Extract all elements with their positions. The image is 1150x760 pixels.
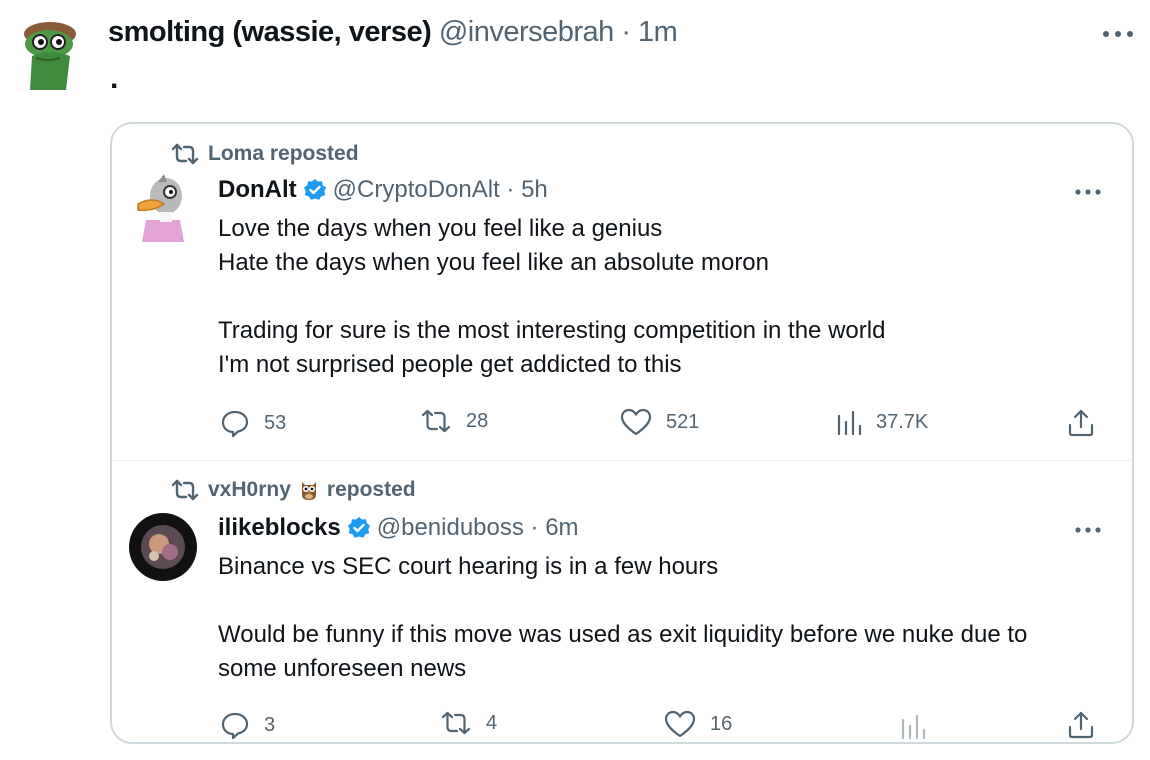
reply-button[interactable]: 53	[220, 408, 286, 438]
repost-icon	[440, 710, 472, 736]
owl-emoji-icon	[299, 479, 319, 501]
handle-time[interactable]: @CryptoDonAlt · 5h	[333, 176, 548, 204]
repost-count: 28	[466, 409, 489, 432]
repost-context-1: Loma reposted	[170, 142, 359, 166]
reply-count: 53	[264, 411, 287, 434]
repost-context-2: vxH0rny reposted	[170, 478, 416, 502]
tweet-line: Trading for sure is the most interesting…	[218, 317, 886, 344]
tweet-line: Hate the days when you feel like an abso…	[218, 249, 770, 276]
display-name[interactable]: ilikeblocks	[218, 514, 341, 542]
views-button[interactable]: 37.7K	[836, 408, 928, 436]
repost-button[interactable]: 28	[420, 408, 488, 434]
like-button[interactable]: 521	[620, 408, 699, 436]
tweet-header-2: ilikeblocks @beniduboss · 6m	[218, 514, 579, 542]
tweet-line: I'm not surprised people get addicted to…	[218, 351, 682, 378]
tweet-divider	[112, 460, 1132, 461]
share-button[interactable]	[1066, 408, 1096, 443]
tweet-line: Binance vs SEC court hearing is in a few…	[218, 553, 719, 580]
repost-count: 4	[486, 711, 498, 734]
like-icon	[620, 408, 652, 436]
views-icon	[836, 408, 862, 436]
views-button[interactable]	[900, 712, 926, 742]
handle-time[interactable]: @beniduboss · 6m	[377, 514, 579, 542]
repost-label: reposted	[326, 478, 416, 501]
avatar-ilikeblocks[interactable]	[128, 512, 198, 582]
tweet-header-1: DonAlt @CryptoDonAlt · 5h	[218, 176, 548, 204]
verified-badge-icon	[347, 516, 371, 540]
repost-icon	[420, 408, 452, 434]
repost-user[interactable]: vxH0rny	[208, 478, 291, 502]
like-count: 521	[666, 410, 700, 433]
like-count: 16	[710, 712, 733, 735]
outer-tweet-text: .	[110, 62, 119, 95]
verified-badge-icon	[303, 178, 327, 202]
avatar-donalt[interactable]	[134, 170, 192, 244]
more-icon[interactable]	[1072, 182, 1104, 202]
views-icon	[900, 714, 926, 742]
share-button[interactable]	[1066, 710, 1096, 742]
tweet-line: Love the days when you feel like a geniu…	[218, 215, 663, 242]
tweet-text-1: Love the days when you feel like a geniu…	[218, 212, 1118, 382]
repost-label[interactable]: Loma reposted	[208, 142, 359, 166]
outer-author[interactable]: smolting (wassie, verse) @inversebrah · …	[108, 16, 678, 49]
tweet-line: some unforeseen news	[218, 655, 467, 682]
repost-icon	[170, 479, 200, 501]
share-icon	[1066, 711, 1096, 742]
tweet-text-2: Binance vs SEC court hearing is in a few…	[218, 550, 1118, 686]
more-icon[interactable]	[1100, 22, 1136, 46]
repost-button[interactable]: 4	[440, 710, 497, 736]
reply-count: 3	[264, 713, 276, 736]
share-icon	[1066, 409, 1096, 442]
like-icon	[664, 710, 696, 738]
more-icon[interactable]	[1072, 520, 1104, 540]
tweet-line: Would be funny if this move was used as …	[218, 621, 1028, 648]
like-button[interactable]: 16	[664, 710, 732, 738]
avatar-smolting[interactable]	[22, 18, 78, 92]
quoted-tweets-card[interactable]: Loma reposted DonAlt @CryptoDonAlt · 5h …	[110, 122, 1134, 744]
views-count: 37.7K	[876, 410, 929, 433]
reply-icon	[220, 710, 250, 740]
reply-icon	[220, 408, 250, 438]
repost-icon	[170, 143, 200, 165]
display-name[interactable]: DonAlt	[218, 176, 297, 204]
reply-button[interactable]: 3	[220, 710, 275, 740]
outer-display-name[interactable]: smolting (wassie, verse)	[108, 16, 432, 48]
outer-handle-time[interactable]: @inversebrah · 1m	[439, 16, 678, 48]
